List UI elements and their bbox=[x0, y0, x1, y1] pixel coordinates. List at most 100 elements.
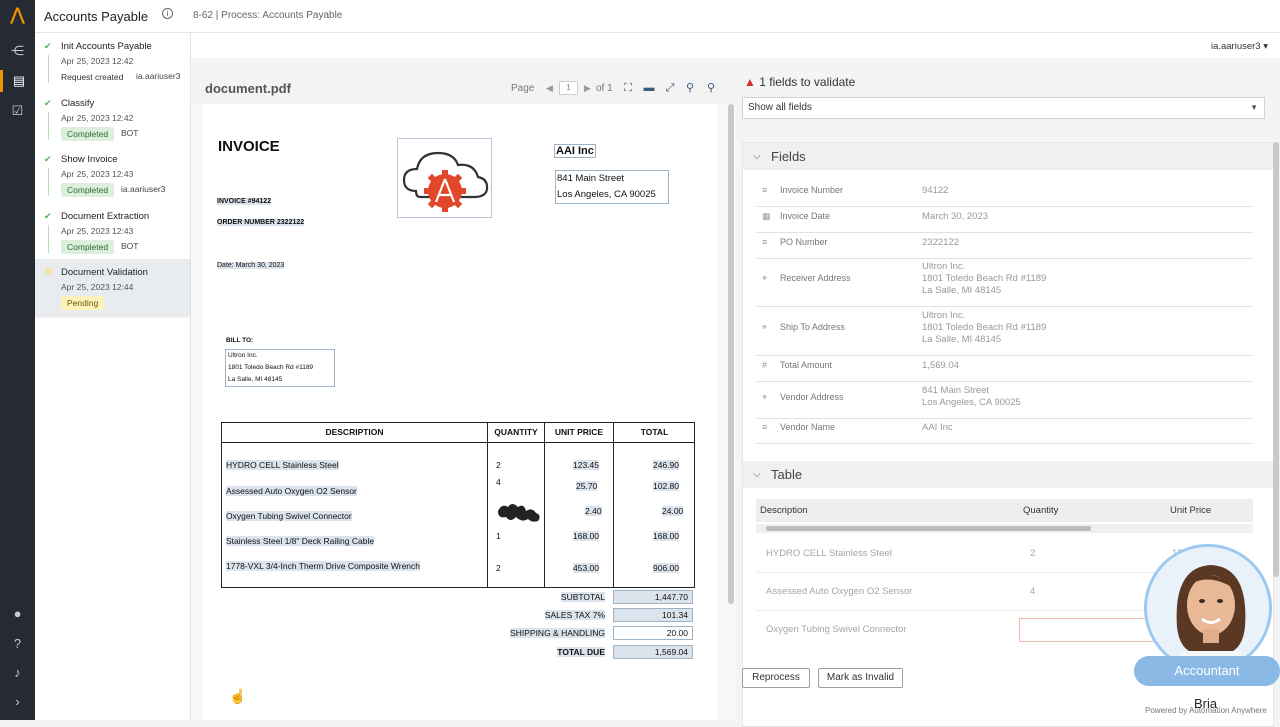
step-connector bbox=[48, 112, 49, 140]
step-connector bbox=[48, 168, 49, 196]
step-show-invoice[interactable]: ✔ Show Invoice Apr 25, 2023 12:43 Comple… bbox=[35, 146, 190, 202]
check-icon: ✔ bbox=[44, 41, 52, 51]
field-label: Invoice Date bbox=[780, 211, 831, 221]
company-logo bbox=[397, 138, 492, 218]
left-rail: ⋀ ⋲ ▤ ☑ ● ? ♪ › bbox=[0, 0, 35, 720]
documents-icon[interactable]: ▤ bbox=[0, 70, 35, 92]
bill-to-line: Ultron Inc. bbox=[228, 352, 258, 359]
field-row-vendor-address[interactable]: ⌖ Vendor Address 841 Main Street Los Ang… bbox=[756, 385, 1253, 419]
sales-tax-label: SALES TAX 7% bbox=[495, 610, 605, 620]
select-region-icon[interactable]: ⛶ bbox=[621, 81, 635, 95]
subtotal-label-text: SUBTOTAL bbox=[560, 592, 605, 602]
help-icon[interactable]: ? bbox=[0, 633, 35, 655]
status-badge: Completed bbox=[61, 127, 115, 141]
line-description: Assessed Auto Oxygen O2 Sensor bbox=[226, 486, 357, 496]
table-section-title: Table bbox=[771, 467, 803, 482]
scrollbar-thumb[interactable] bbox=[766, 526, 1091, 531]
invoice-date: Date: March 30, 2023 bbox=[217, 262, 285, 269]
vendor-address-line: Los Angeles, CA 90025 bbox=[557, 189, 656, 200]
assistant-avatar[interactable] bbox=[1144, 544, 1272, 672]
process-label: 8-62 | Process: Accounts Payable bbox=[193, 10, 343, 21]
fields-section-header[interactable]: ⌵ Fields bbox=[743, 143, 1273, 170]
line-total: 906.00 bbox=[653, 563, 679, 573]
zoom-out-icon[interactable]: ⚲ bbox=[704, 81, 718, 95]
field-row-po-number[interactable]: ≡ PO Number 2322122 bbox=[756, 237, 1253, 259]
user-icon[interactable]: ● bbox=[0, 603, 35, 625]
step-actor: BOT bbox=[121, 128, 139, 138]
share-icon[interactable]: ⋲ bbox=[0, 40, 35, 62]
step-classify[interactable]: ✔ Classify Apr 25, 2023 12:42 Completed … bbox=[35, 90, 190, 146]
mark-invalid-button[interactable]: Mark as Invalid bbox=[818, 668, 903, 688]
sales-tax-value: 101.34 bbox=[613, 608, 693, 622]
line-total: 246.90 bbox=[653, 460, 679, 470]
step-actor: BOT bbox=[121, 241, 139, 251]
line-description: Stainless Steel 1/8" Deck Railing Cable bbox=[226, 536, 375, 546]
chevron-down-icon: ⌵ bbox=[753, 151, 761, 162]
panel-scrollbar[interactable] bbox=[1273, 142, 1279, 577]
column-header[interactable]: Quantity bbox=[1023, 505, 1058, 516]
field-row-total-amount[interactable]: # Total Amount 1,569.04 bbox=[756, 360, 1253, 382]
fit-width-icon[interactable]: ▬ bbox=[642, 81, 656, 95]
page-count: of 1 bbox=[596, 83, 613, 94]
text-field-icon: ≡ bbox=[762, 422, 768, 432]
cell-description: Oxygen Tubing Swivel Connector bbox=[766, 624, 907, 635]
automation-anywhere-logo[interactable]: ⋀ bbox=[0, 4, 35, 26]
table-section-header[interactable]: ⌵ Table bbox=[743, 461, 1273, 488]
cell-quantity: 4 bbox=[1030, 586, 1036, 597]
line-description: HYDRO CELL Stainless Steel bbox=[226, 460, 339, 470]
field-row-receiver-address[interactable]: ⌖ Receiver Address Ultron Inc. 1801 Tole… bbox=[756, 261, 1253, 307]
fullscreen-icon[interactable]: ⤢ bbox=[663, 81, 677, 95]
table-horizontal-scrollbar[interactable] bbox=[756, 524, 1253, 533]
user-menu[interactable]: ia.aariuser3 ▾ bbox=[1211, 41, 1268, 52]
bill-to-line: La Salle, MI 48145 bbox=[228, 376, 283, 383]
field-value: 94122 bbox=[922, 185, 949, 196]
field-row-vendor-name[interactable]: ≡ Vendor Name AAI Inc bbox=[756, 422, 1253, 444]
field-row-invoice-date[interactable]: ▦ Invoice Date March 30, 2023 bbox=[756, 211, 1253, 233]
zoom-in-icon[interactable]: ⚲ bbox=[683, 81, 697, 95]
user-bar: ia.aariuser3 ▾ bbox=[191, 33, 1280, 58]
reprocess-button[interactable]: Reprocess bbox=[742, 668, 810, 688]
bell-icon[interactable]: ♪ bbox=[0, 662, 35, 684]
invoice-number: INVOICE #94122 bbox=[217, 198, 272, 205]
check-icon: ✔ bbox=[44, 98, 52, 108]
step-init-accounts-payable[interactable]: ✔ Init Accounts Payable Apr 25, 2023 12:… bbox=[35, 33, 190, 89]
step-date: Apr 25, 2023 12:42 bbox=[61, 56, 134, 66]
next-page-icon[interactable]: ▶ bbox=[584, 83, 591, 94]
info-icon[interactable]: i bbox=[162, 8, 173, 19]
column-header[interactable]: Unit Price bbox=[1170, 505, 1211, 516]
step-document-extraction[interactable]: ✔ Document Extraction Apr 25, 2023 12:43… bbox=[35, 203, 190, 259]
page-input[interactable]: 1 bbox=[559, 81, 578, 95]
subtotal-value: 1,447.70 bbox=[613, 590, 693, 604]
tasks-icon[interactable]: ☑ bbox=[0, 100, 35, 122]
assistant-role-badge[interactable]: Accountant bbox=[1134, 656, 1280, 686]
field-label: Total Amount bbox=[780, 360, 833, 370]
address-icon: ⌖ bbox=[762, 273, 768, 283]
field-filter-select[interactable]: Show all fields ▼ bbox=[742, 97, 1265, 119]
vendor-address: 841 Main Street Los Angeles, CA 90025 bbox=[555, 170, 669, 204]
column-header[interactable]: Description bbox=[760, 505, 808, 516]
bill-to-line: 1801 Toledo Beach Rd #1189 bbox=[228, 364, 314, 371]
cell-description: Assessed Auto Oxygen O2 Sensor bbox=[766, 586, 913, 597]
expand-icon[interactable]: › bbox=[0, 691, 35, 713]
field-filter-value: Show all fields bbox=[748, 102, 812, 113]
line-quantity: 1 bbox=[496, 531, 501, 541]
status-badge: Completed bbox=[61, 183, 115, 197]
field-label: PO Number bbox=[780, 237, 828, 247]
step-document-validation[interactable]: Document Validation Apr 25, 2023 12:44 P… bbox=[35, 259, 190, 315]
pending-dot-icon bbox=[45, 268, 52, 275]
table-header: UNIT PRICE bbox=[545, 423, 613, 443]
viewer-scrollbar[interactable] bbox=[728, 104, 734, 604]
field-row-invoice-number[interactable]: ≡ Invoice Number 94122 bbox=[756, 185, 1253, 207]
vendor-name: AAI Inc bbox=[554, 144, 596, 158]
field-row-ship-to-address[interactable]: ⌖ Ship To Address Ultron Inc. 1801 Toled… bbox=[756, 310, 1253, 356]
step-date: Apr 25, 2023 12:43 bbox=[61, 169, 134, 179]
shipping-label: SHIPPING & HANDLING bbox=[495, 628, 605, 638]
step-name: Show Invoice bbox=[61, 154, 118, 165]
line-price: 25.70 bbox=[576, 481, 598, 491]
line-price: 168.00 bbox=[573, 531, 599, 541]
step-date: Apr 25, 2023 12:44 bbox=[61, 282, 134, 292]
prev-page-icon[interactable]: ◀ bbox=[546, 83, 553, 94]
address-icon: ⌖ bbox=[762, 322, 768, 332]
status-badge: Pending bbox=[61, 296, 105, 310]
cell-quantity: 2 bbox=[1030, 548, 1036, 559]
